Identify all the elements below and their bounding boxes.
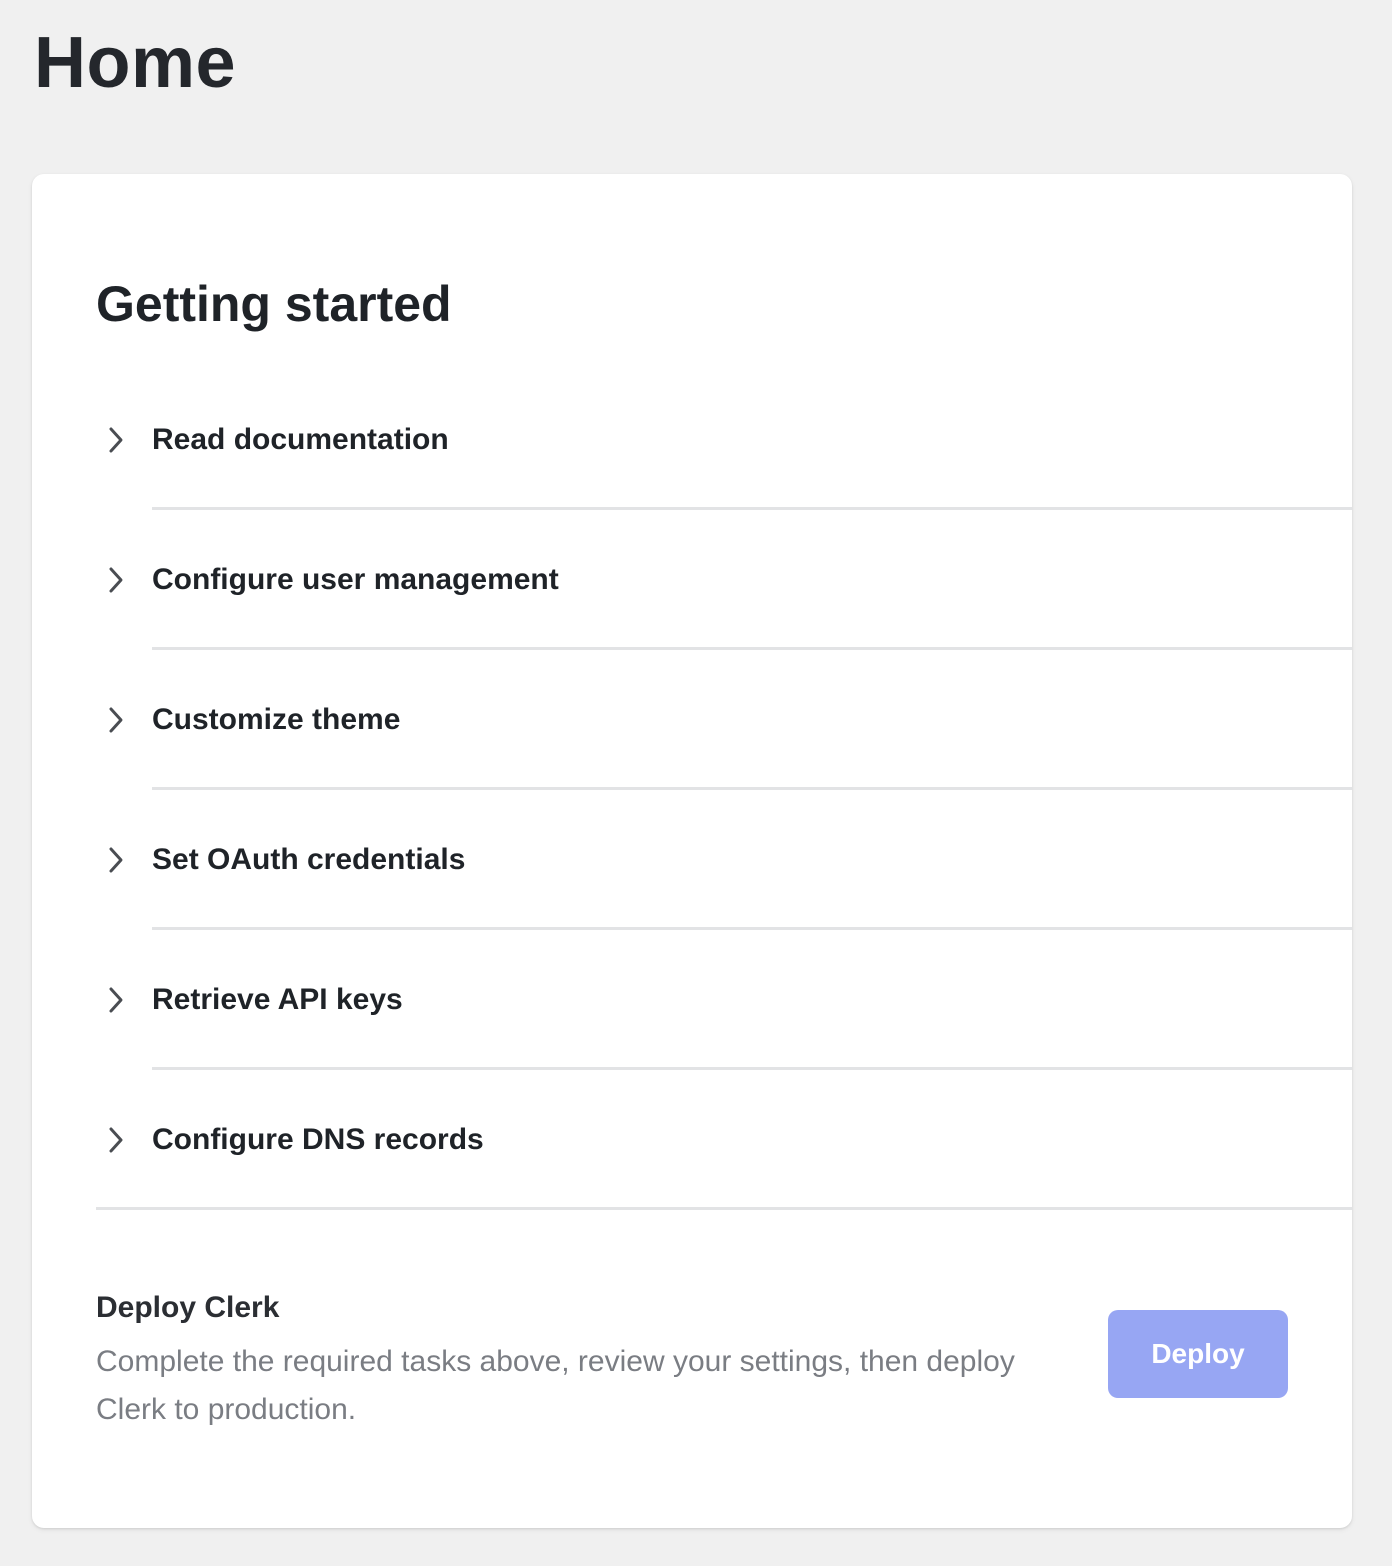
task-configure-dns-records[interactable]: Configure DNS records (96, 1070, 1352, 1210)
page-title: Home (34, 23, 237, 103)
task-label: Read documentation (152, 423, 449, 456)
task-list: Read documentation Configure user manage… (96, 370, 1352, 1210)
getting-started-card: Getting started Read documentation Confi… (32, 174, 1352, 1528)
task-label: Retrieve API keys (152, 983, 403, 1016)
task-customize-theme[interactable]: Customize theme (96, 650, 1352, 790)
chevron-right-icon (106, 986, 126, 1014)
task-label: Configure DNS records (152, 1123, 484, 1156)
divider (96, 1207, 1352, 1210)
chevron-right-icon (106, 1126, 126, 1154)
deploy-description: Complete the required tasks above, revie… (96, 1345, 1015, 1426)
task-set-oauth-credentials[interactable]: Set OAuth credentials (96, 790, 1352, 930)
task-configure-user-management[interactable]: Configure user management (96, 510, 1352, 650)
chevron-right-icon (106, 706, 126, 734)
task-label: Set OAuth credentials (152, 843, 466, 876)
task-retrieve-api-keys[interactable]: Retrieve API keys (96, 930, 1352, 1070)
chevron-right-icon (106, 846, 126, 874)
task-label: Configure user management (152, 563, 559, 596)
deploy-button[interactable]: Deploy (1108, 1310, 1288, 1398)
task-label: Customize theme (152, 703, 401, 736)
getting-started-title: Getting started (96, 276, 452, 332)
chevron-right-icon (106, 566, 126, 594)
chevron-right-icon (106, 426, 126, 454)
task-read-documentation[interactable]: Read documentation (96, 370, 1352, 510)
deploy-title: Deploy Clerk (96, 1291, 280, 1324)
